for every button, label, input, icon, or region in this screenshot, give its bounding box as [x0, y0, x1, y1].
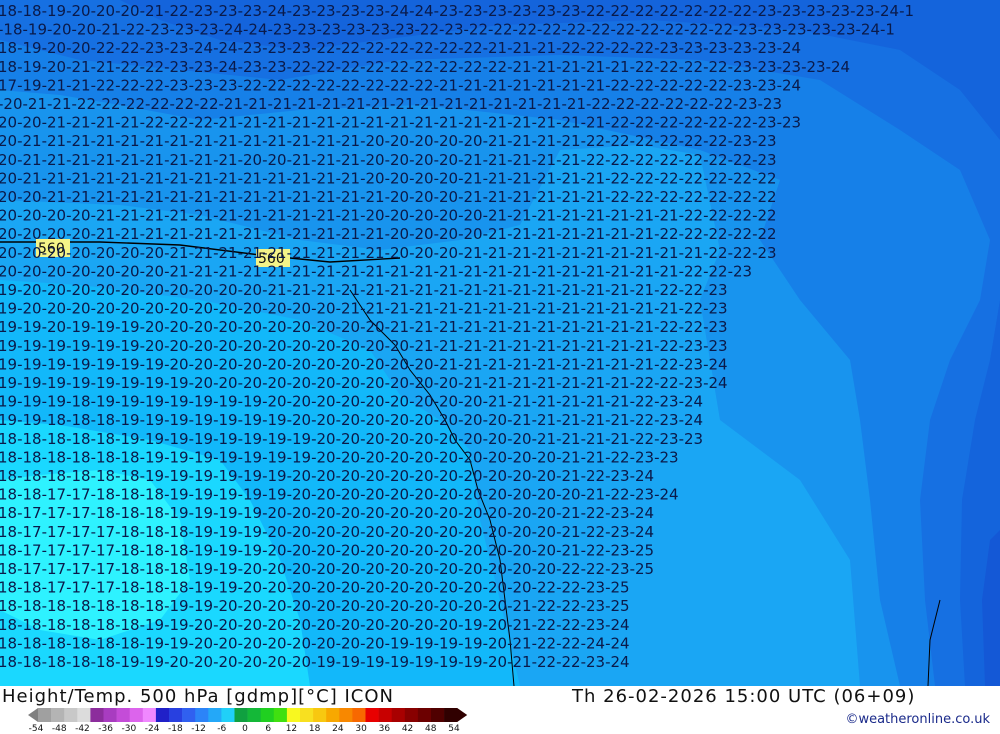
legend-swatch [169, 708, 183, 722]
legend-swatch [221, 708, 235, 722]
isotherm-row: 19-20-20-20-20-20-20-20-20-20-20-21-21-2… [0, 281, 728, 299]
legend-swatch [431, 708, 445, 722]
isotherm-row: 18-18-18-18-18-19-19-19-19-19-19-19-19-2… [0, 430, 703, 448]
legend-swatch [142, 708, 157, 722]
temperature-field: 560 560 18-18-19-20-20-20-21-22-23-23-23… [0, 0, 1000, 686]
legend-swatch [378, 708, 392, 722]
legend-swatch [51, 708, 65, 722]
legend-swatch [339, 708, 353, 722]
isotherm-row: 18-18-18-18-18-18-19-19-20-20-20-20-20-2… [0, 616, 630, 634]
legend-swatch [352, 708, 366, 722]
isotherm-row: 19-19-19-19-19-19-20-20-20-20-20-20-20-2… [0, 337, 728, 355]
legend-swatch [326, 708, 340, 722]
legend-swatch [391, 708, 406, 722]
isotherm-row: 18-18-18-18-18-19-19-20-20-20-20-20-20-1… [0, 653, 630, 671]
isotherm-row: 18-18-18-18-18-18-18-19-19-20-20-20-20-2… [0, 597, 630, 615]
isotherm-row: 20-20-20-20-20-20-20-21-21-21-21-21-21-2… [0, 244, 777, 262]
isotherm-row: 18-17-17-17-17-18-18-18-19-19-19-20-20-2… [0, 523, 654, 541]
legend-swatch [286, 708, 301, 722]
legend-swatch [444, 708, 458, 722]
isotherm-row: 18-18-17-17-17-18-18-18-19-19-20-20-20-2… [0, 579, 630, 597]
isotherm-row: 18-18-18-18-18-18-19-19-19-19-19-19-20-2… [0, 467, 654, 485]
legend-swatch [38, 708, 52, 722]
legend-swatch [273, 708, 288, 722]
legend-swatch [77, 708, 91, 722]
isotherm-row: 20-21-21-21-21-21-21-21-21-21-20-20-21-2… [0, 151, 777, 169]
legend-swatch [182, 708, 196, 722]
isotherm-row: 18-19-20-21-21-22-22-23-23-24-23-23-22-2… [0, 58, 850, 76]
isotherm-row: 20-20-21-21-21-21-21-21-21-21-21-21-21-2… [0, 188, 777, 206]
isotherm-row: 20-20-20-20-21-21-21-21-21-21-21-21-21-2… [0, 225, 777, 243]
isotherm-row: 18-19-20-20-22-22-23-23-24-24-23-23-23-2… [0, 39, 801, 57]
isotherm-row: -20-21-21-22-22-22-22-22-22-21-21-21-21-… [0, 95, 782, 113]
isotherm-row: 19-19-19-18-19-19-19-19-19-19-19-20-20-2… [0, 393, 703, 411]
isotherm-row: 19-19-19-19-19-19-19-19-20-20-20-20-20-2… [0, 374, 728, 392]
legend-swatch [417, 708, 432, 722]
legend-swatch [247, 708, 261, 722]
isotherm-row: 19-19-18-18-18-19-19-19-19-19-19-19-20-2… [0, 411, 703, 429]
legend-swatch [234, 708, 248, 722]
isotherm-row: 18-18-17-17-18-18-18-19-19-19-19-19-20-2… [0, 486, 679, 504]
legend-swatch [129, 708, 144, 722]
weather-map: 560 560 18-18-19-20-20-20-21-22-23-23-23… [0, 0, 1000, 686]
isotherm-row: 20-20-20-20-21-21-21-21-21-21-21-21-21-2… [0, 207, 777, 225]
map-title: Height/Temp. 500 hPa [gdmp][°C] ICON [2, 686, 394, 707]
forecast-datetime: Th 26-02-2026 15:00 UTC (06+09) [572, 686, 916, 707]
legend-swatch [365, 708, 379, 722]
legend-swatch [313, 708, 327, 722]
isotherm-row: -18-19-20-20-21-22-23-23-23-24-24-23-23-… [0, 21, 895, 39]
isotherm-row: 18-18-18-18-18-18-19-19-19-19-19-19-19-2… [0, 448, 679, 466]
legend-swatch [260, 708, 275, 722]
isotherm-row: 18-18-18-18-18-18-19-19-20-20-20-20-20-2… [0, 634, 630, 652]
legend-swatch [90, 708, 104, 722]
isotherm-row: 18-17-17-17-17-18-18-18-19-19-19-20-20-2… [0, 541, 654, 559]
legend-arrow-right [457, 708, 468, 722]
legend-swatch [208, 708, 222, 722]
isotherm-row: 17-19-21-21-22-22-22-23-23-23-22-22-22-2… [0, 76, 801, 94]
legend-swatch [300, 708, 314, 722]
map-footer: Height/Temp. 500 hPa [gdmp][°C] ICON Th … [0, 686, 1000, 734]
legend-swatch [155, 708, 170, 722]
legend-swatch [103, 708, 117, 722]
legend-swatch [116, 708, 130, 722]
legend-swatch [404, 708, 419, 722]
isotherm-row: 18-17-17-17-18-18-18-19-19-19-19-20-20-2… [0, 504, 654, 522]
isotherm-row: 20-20-20-20-20-20-20-21-21-21-21-21-21-2… [0, 262, 752, 280]
isotherm-row: 19-20-20-20-20-20-20-20-20-20-20-20-20-2… [0, 300, 728, 318]
isotherm-row: 20-21-21-21-21-21-21-21-21-21-21-21-21-2… [0, 169, 777, 187]
color-scale-legend [28, 708, 468, 722]
credit-link[interactable]: ©weatheronline.co.uk [845, 712, 990, 727]
isotherm-row: 20-20-21-21-21-21-22-22-22-21-21-21-21-2… [0, 114, 801, 132]
legend-swatch [64, 708, 78, 722]
isotherm-row: 20-21-21-21-21-21-21-21-21-21-21-21-21-2… [0, 132, 777, 150]
isotherm-row: 19-19-19-19-19-19-19-20-20-20-20-20-20-2… [0, 355, 728, 373]
legend-swatch [195, 708, 209, 722]
isotherm-row: 18-18-19-20-20-20-21-22-23-23-23-24-23-2… [0, 2, 914, 20]
isotherm-row: 19-19-20-19-19-19-20-20-20-20-20-20-20-2… [0, 318, 728, 336]
isotherm-row: 18-17-17-17-17-18-18-18-19-19-20-20-20-2… [0, 560, 654, 578]
legend-arrow-left [28, 708, 38, 722]
